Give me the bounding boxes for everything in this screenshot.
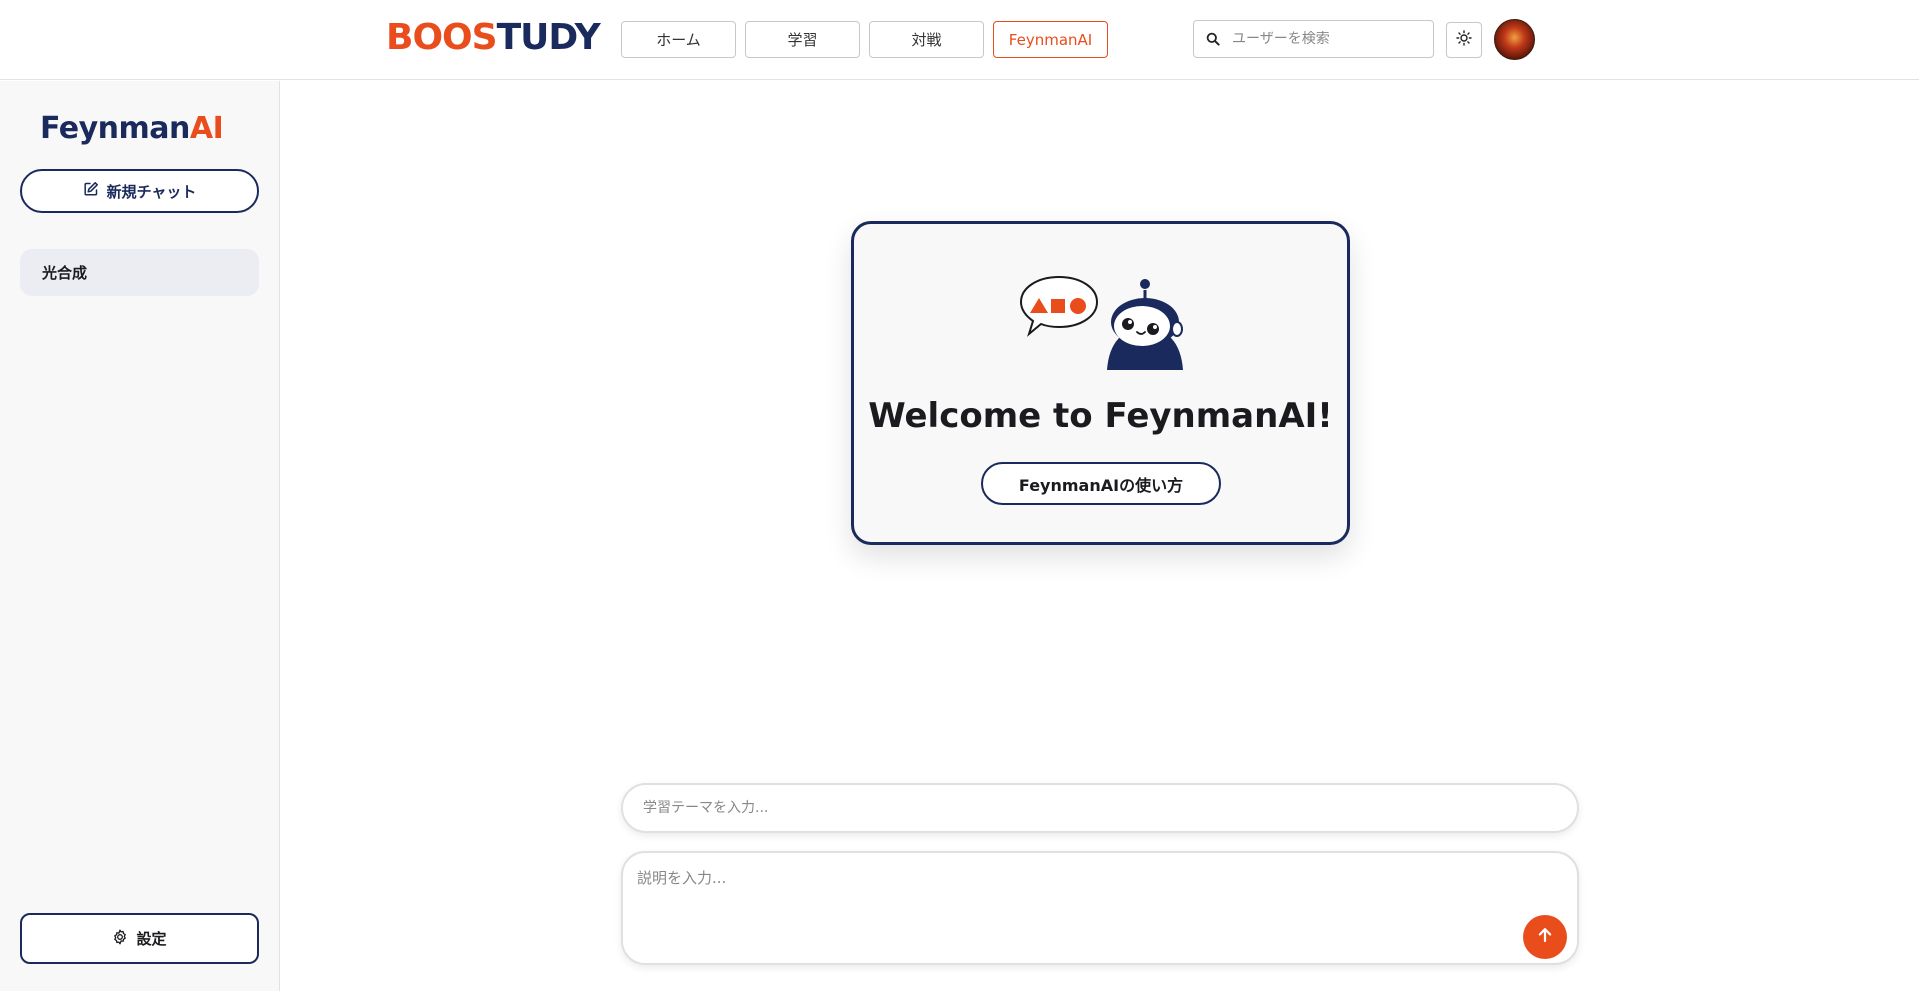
search-icon	[1194, 32, 1232, 46]
how-to-use-button[interactable]: FeynmanAIの使い方	[981, 462, 1221, 505]
feynmanai-logo: FeynmanAI	[40, 111, 224, 147]
description-input[interactable]	[637, 867, 1497, 947]
theme-toggle-button[interactable]	[1446, 22, 1482, 58]
robot-mascot-icon	[1019, 275, 1183, 370]
new-chat-button[interactable]: 新規チャット	[20, 169, 259, 213]
boostudy-logo[interactable]: BOOSTUDY	[386, 17, 601, 58]
nav-feynmanai[interactable]: FeynmanAI	[993, 21, 1108, 58]
nav-study[interactable]: 学習	[745, 21, 860, 58]
logo-part-tudy: TUDY	[496, 17, 601, 58]
logo-part-ai: AI	[189, 111, 224, 146]
gear-icon	[112, 929, 128, 949]
learning-topic-input[interactable]	[621, 783, 1579, 833]
sidebar: FeynmanAI 新規チャット 光合成 設定	[0, 81, 280, 991]
description-box	[621, 851, 1579, 965]
chat-history-item[interactable]: 光合成	[20, 249, 259, 296]
new-chat-label: 新規チャット	[106, 182, 197, 201]
user-search-input[interactable]	[1232, 31, 1422, 47]
edit-icon	[83, 181, 99, 201]
settings-button[interactable]: 設定	[20, 913, 259, 964]
welcome-title: Welcome to FeynmanAI!	[868, 396, 1333, 436]
nav-home-label: ホーム	[656, 31, 701, 49]
sun-icon	[1456, 30, 1472, 50]
user-search[interactable]	[1193, 20, 1434, 58]
nav-battle-label: 対戦	[911, 31, 942, 49]
logo-part-boos: BOOS	[386, 17, 498, 58]
top-header: BOOSTUDY ホーム 学習 対戦 FeynmanAI	[0, 0, 1919, 80]
welcome-card: Welcome to FeynmanAI! FeynmanAIの使い方	[851, 221, 1350, 545]
nav-home[interactable]: ホーム	[621, 21, 736, 58]
nav-study-label: 学習	[787, 31, 818, 49]
user-avatar[interactable]	[1494, 19, 1535, 60]
settings-label: 設定	[136, 930, 167, 948]
arrow-up-icon	[1536, 926, 1554, 948]
nav-feynmanai-label: FeynmanAI	[1008, 30, 1093, 49]
send-button[interactable]	[1523, 915, 1567, 959]
logo-part-feynman: Feynman	[40, 111, 190, 146]
how-to-use-label: FeynmanAIの使い方	[1018, 475, 1184, 495]
nav-battle[interactable]: 対戦	[869, 21, 984, 58]
chat-history-label: 光合成	[42, 264, 88, 282]
